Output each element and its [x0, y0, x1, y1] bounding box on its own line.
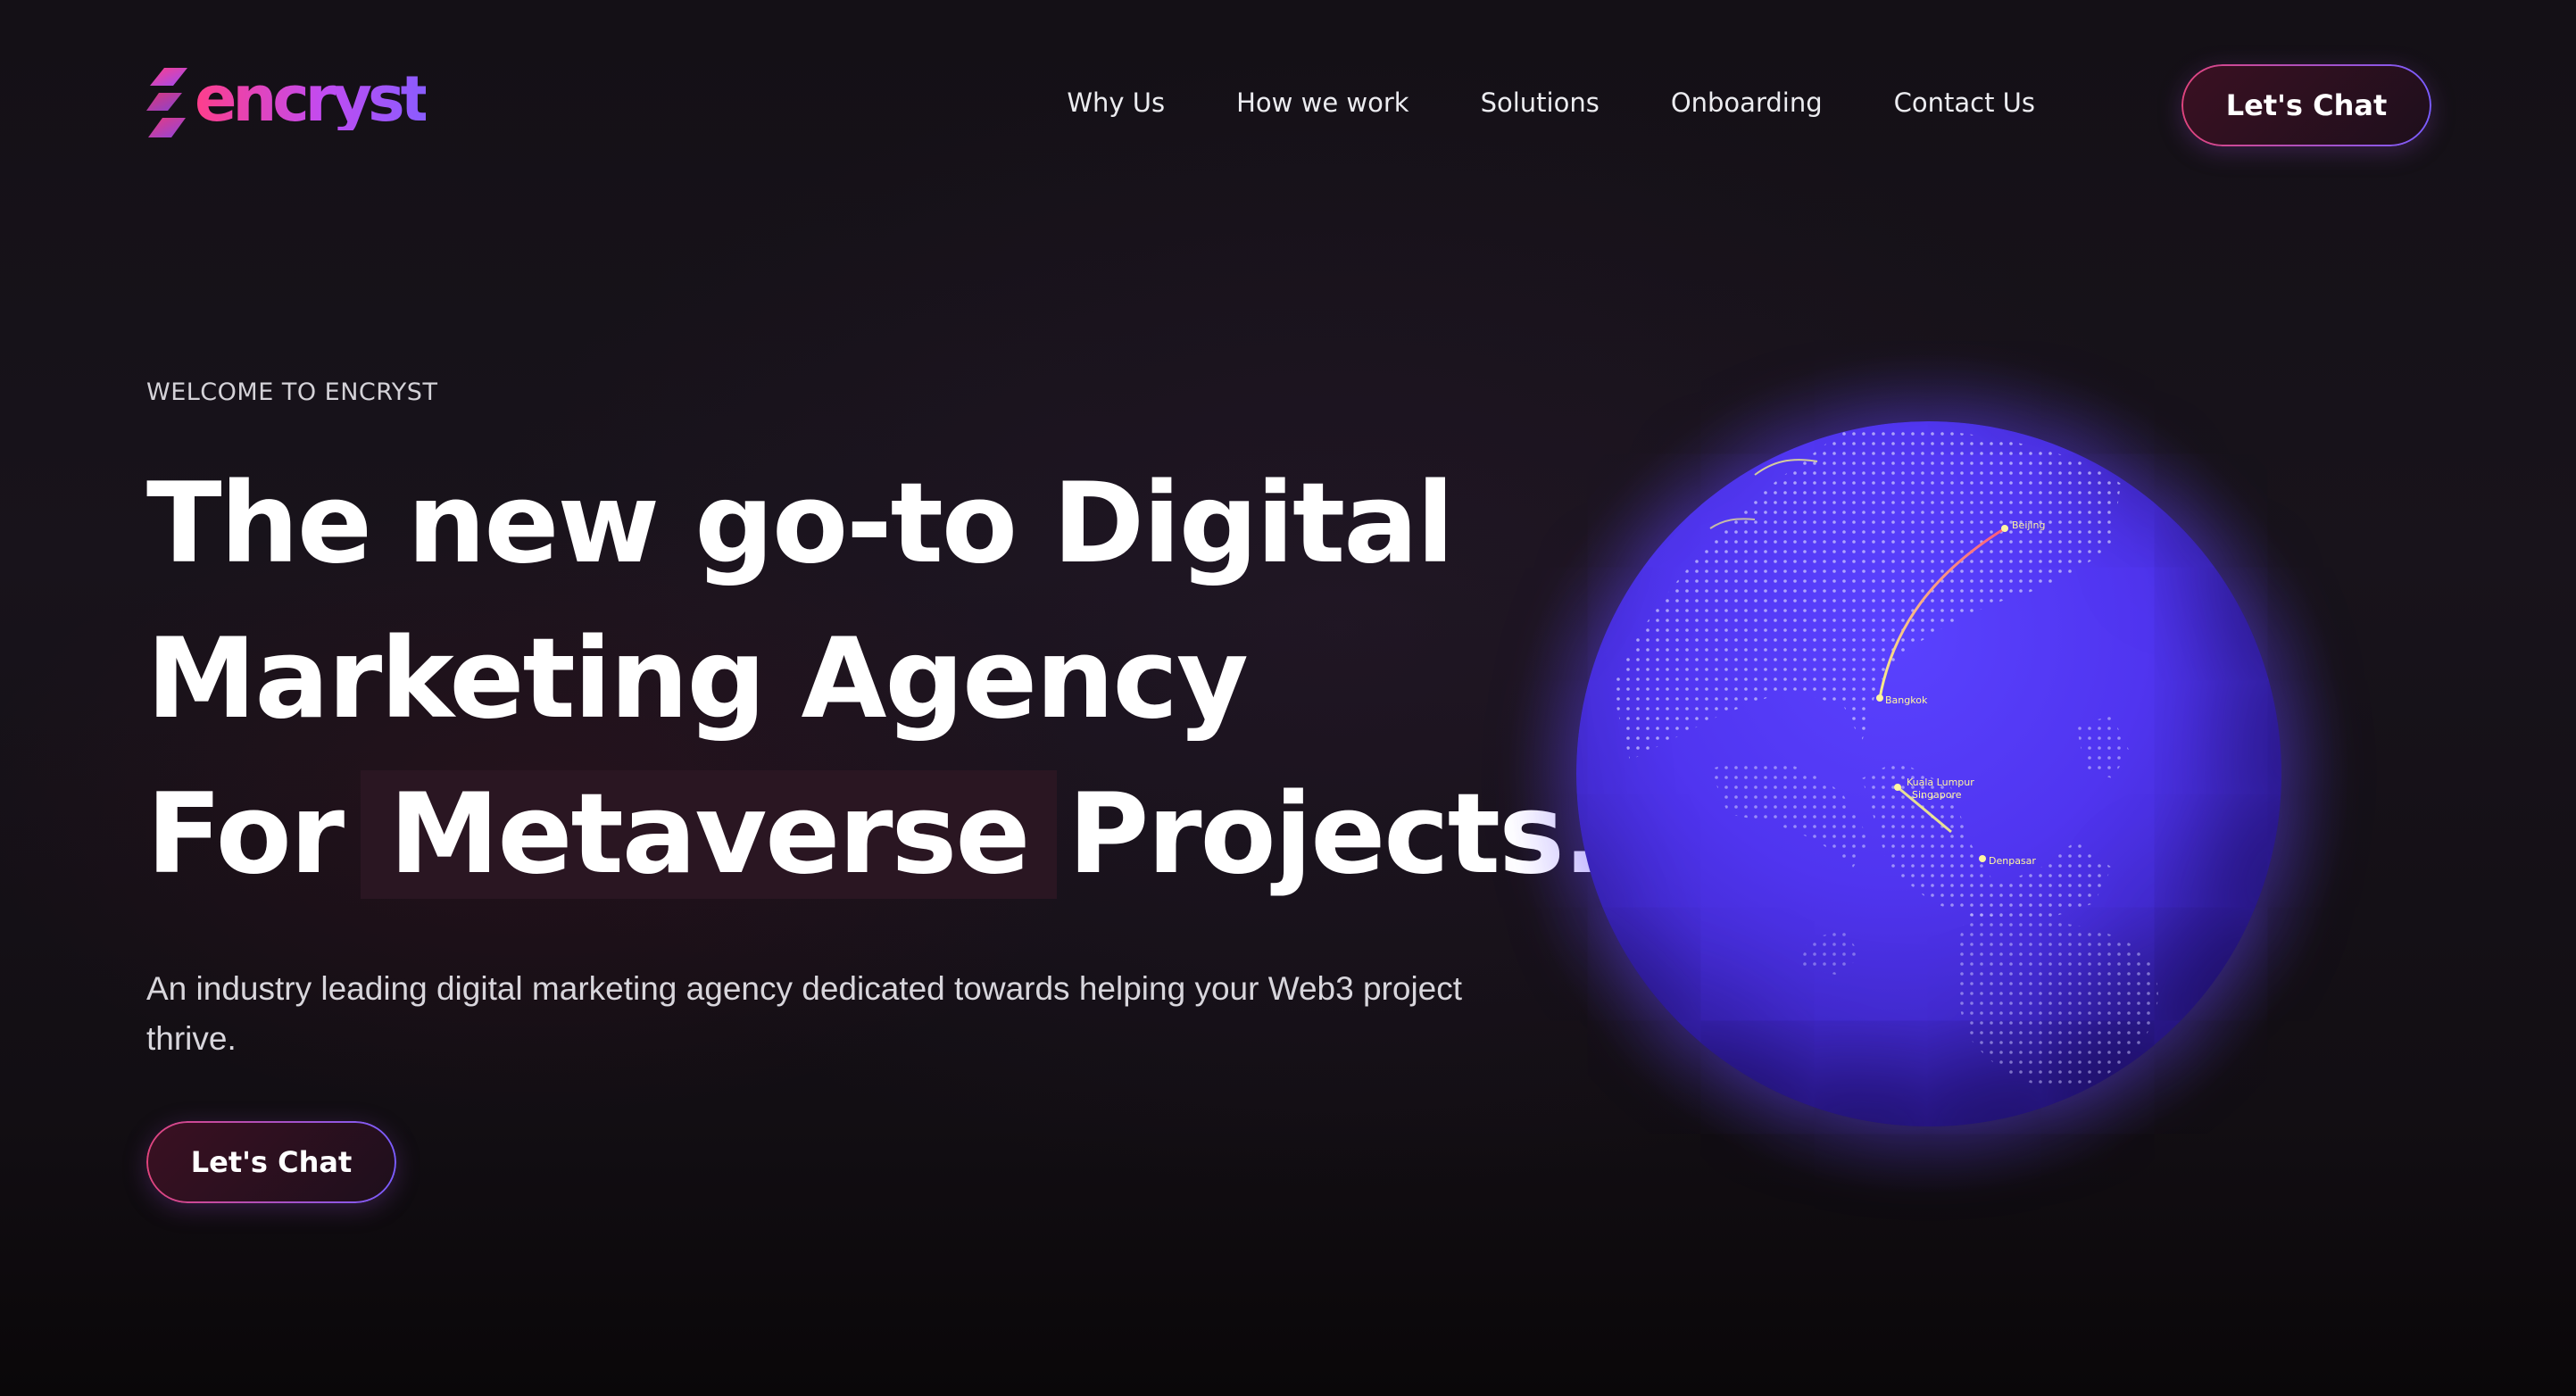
headline-line-1: The new go-to Digital — [146, 460, 1454, 588]
nav-contact-us[interactable]: Contact Us — [1894, 87, 2035, 118]
globe-label-singapore: Singapore — [1912, 789, 1962, 801]
nav-onboarding[interactable]: Onboarding — [1671, 87, 1823, 118]
headline-line-3: For Metaverse Projects. — [146, 757, 1605, 912]
nav-lets-chat-button[interactable]: Let's Chat — [2181, 64, 2431, 146]
hero-subtext: An industry leading digital marketing ag… — [146, 970, 1463, 1057]
globe-label-denpasar: Denpasar — [1989, 855, 2036, 867]
nav-lets-chat-label: Let's Chat — [2225, 88, 2388, 122]
headline-prefix: For — [146, 770, 345, 899]
globe-visual: Beijing Bangkok Kuala Lumpur Singapore D… — [1505, 350, 2353, 1198]
headline-highlight: Metaverse — [361, 770, 1058, 899]
hero-lets-chat-button[interactable]: Let's Chat — [146, 1121, 396, 1203]
globe-label-beijing: Beijing — [2012, 519, 2045, 531]
hero-lets-chat-label: Let's Chat — [190, 1145, 353, 1179]
brand-logo[interactable]: encryst — [146, 62, 430, 139]
logo-mark-icon — [146, 68, 187, 137]
globe-sphere: Beijing Bangkok Kuala Lumpur Singapore D… — [1576, 421, 2281, 1126]
hero-headline: The new go-to Digital Marketing Agency F… — [146, 446, 1605, 912]
nav-why-us[interactable]: Why Us — [1067, 87, 1165, 118]
globe-label-bangkok: Bangkok — [1885, 694, 1928, 706]
nav-solutions[interactable]: Solutions — [1481, 87, 1600, 118]
nav-how-we-work[interactable]: How we work — [1236, 87, 1408, 118]
globe-map-icon: Beijing Bangkok Kuala Lumpur Singapore D… — [1612, 428, 2158, 1088]
headline-line-2: Marketing Agency — [146, 615, 1249, 744]
globe-label-kuala-lumpur: Kuala Lumpur — [1907, 777, 1974, 788]
logo-wordmark: encryst — [195, 62, 430, 136]
main-nav: Why Us How we work Solutions Onboarding … — [1067, 87, 2035, 118]
hero-eyebrow: WELCOME TO ENCRYST — [146, 378, 438, 406]
